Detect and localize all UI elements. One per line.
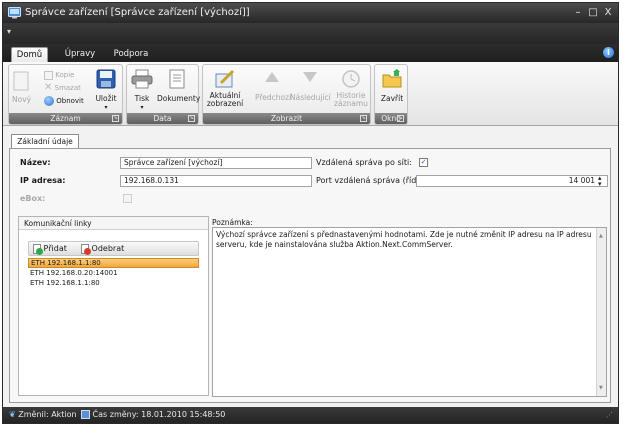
tab-zakladni-udaje[interactable]: Základní údaje: [11, 134, 79, 149]
ribbon-group-data: Tisk ▾ Dokumenty Data ↘: [126, 64, 200, 125]
ribbon-group-okno: Zavřít Okno ↘: [374, 64, 408, 125]
copy-icon: [44, 70, 53, 80]
predchozi-button[interactable]: Předchozí: [255, 71, 291, 102]
ip-adresa-label: IP adresa:: [20, 176, 66, 185]
list-item[interactable]: ETH 192.168.1.1:80: [28, 258, 199, 268]
obnovit-button[interactable]: Obnovit: [44, 96, 84, 106]
tab-podpora[interactable]: Podpora: [110, 47, 152, 62]
close-folder-icon: [382, 69, 402, 88]
history-clock-icon: [342, 70, 360, 88]
smazat-button[interactable]: ✕ Smazat: [44, 83, 81, 93]
window-title: Správce zařízení [Správce zařízení [vých…: [25, 7, 250, 18]
save-disk-icon: [96, 69, 116, 89]
remove-document-icon: [81, 243, 91, 255]
aktualni-zobrazeni-button[interactable]: Aktuální zobrazení: [206, 69, 244, 108]
app-icon: [8, 7, 21, 19]
detail-panel: Název: Správce zařízení [výchozí] Vzdále…: [9, 148, 611, 403]
group-caption-zaznam: Záznam ↘: [9, 113, 122, 124]
calendar-icon: [81, 410, 90, 419]
ribbon-group-zaznam: Nový Kopie ✕ Smazat Obnovit Uložit ▾ Záz…: [8, 64, 123, 125]
list-item[interactable]: ETH 192.168.1.1:80: [28, 278, 199, 288]
ip-adresa-field[interactable]: 192.168.0.131: [120, 175, 312, 187]
tisk-button[interactable]: Tisk ▾: [131, 69, 153, 112]
kopie-button[interactable]: Kopie: [44, 70, 74, 80]
maximize-button[interactable]: □: [586, 6, 600, 20]
changed-at-status: Čas změny: 18.01.2010 15:48:50: [81, 407, 225, 423]
users-icon: ❦: [9, 410, 16, 419]
vertical-scrollbar[interactable]: ▲ ▼: [596, 228, 606, 396]
scroll-up-icon[interactable]: ▲: [599, 231, 603, 241]
ebox-checkbox[interactable]: [123, 194, 132, 203]
status-bar: ❦ Změnil: Aktion Čas změny: 18.01.2010 1…: [3, 407, 618, 423]
novy-button[interactable]: Nový: [12, 71, 31, 104]
arrow-up-icon: [265, 72, 279, 82]
ribbon: Nový Kopie ✕ Smazat Obnovit Uložit ▾ Záz…: [3, 62, 618, 126]
scroll-down-icon[interactable]: ▼: [599, 383, 603, 393]
pridat-button[interactable]: Přidat: [33, 242, 67, 255]
dialog-launcher-icon[interactable]: ↘: [188, 115, 195, 122]
ebox-label: eBox:: [20, 194, 46, 203]
group-caption-zobrazit: Zobrazit ↘: [203, 113, 370, 124]
delete-icon: ✕: [44, 82, 53, 93]
historie-zaznamu-button[interactable]: Historie záznamu: [332, 69, 370, 108]
minimize-button[interactable]: –: [571, 6, 585, 20]
arrow-down-icon: [303, 72, 317, 82]
add-document-icon: [33, 243, 43, 255]
dokumenty-button[interactable]: Dokumenty: [157, 69, 200, 103]
nazev-field[interactable]: Správce zařízení [výchozí]: [120, 157, 312, 169]
tab-domu[interactable]: Domů: [11, 47, 48, 62]
printer-icon: [131, 69, 153, 89]
vzdalena-sprava-checkbox[interactable]: ✓: [419, 158, 428, 167]
title-bar: Správce zařízení [Správce zařízení [vých…: [3, 3, 618, 23]
zavrit-button[interactable]: Zavřít: [379, 69, 405, 103]
view-edit-icon: [215, 69, 235, 88]
vzdalena-sprava-label: Vzdálená správa po síti:: [316, 158, 412, 167]
ribbon-group-zobrazit: Aktuální zobrazení Předchozí Následující…: [202, 64, 371, 125]
close-button[interactable]: X: [601, 6, 615, 20]
resize-grip-icon[interactable]: ⋰: [606, 407, 613, 423]
linky-toolbar: Přidat Odebrat: [28, 241, 199, 256]
port-field[interactable]: 14 001: [416, 175, 608, 187]
quick-access-toolbar: ▾: [3, 23, 618, 44]
dialog-launcher-icon[interactable]: ↘: [360, 115, 367, 122]
komunikacni-linky-panel: Komunikační linky Přidat Odebrat ETH 192…: [18, 216, 209, 396]
documents-icon: [169, 69, 185, 89]
dialog-launcher-icon[interactable]: ↘: [397, 115, 404, 122]
odebrat-button[interactable]: Odebrat: [81, 242, 124, 255]
group-caption-okno: Okno ↘: [375, 113, 407, 124]
poznamka-textarea[interactable]: Výchozí správce zařízení s přednastavený…: [212, 227, 607, 397]
new-document-icon: [13, 71, 29, 91]
qat-menu-icon[interactable]: ▾: [7, 27, 17, 37]
refresh-icon: [44, 96, 54, 106]
changed-by-status: ❦ Změnil: Aktion: [9, 410, 77, 419]
app-window: Správce zařízení [Správce zařízení [vých…: [2, 2, 619, 424]
nasledujici-button[interactable]: Následující: [290, 71, 331, 102]
info-icon[interactable]: i: [603, 47, 614, 58]
tab-upravy[interactable]: Úpravy: [60, 47, 100, 62]
linky-list: ETH 192.168.1.1:80 ETH 192.168.0.20:1400…: [28, 258, 199, 298]
group-caption-data: Data ↘: [127, 113, 198, 124]
list-item[interactable]: ETH 192.168.0.20:14001: [28, 268, 199, 278]
port-spinner-icon[interactable]: ▴ ▾: [598, 175, 602, 188]
port-label: Port vzdálená správa (řídicí):: [316, 176, 431, 185]
poznamka-label: Poznámka:: [212, 218, 253, 227]
dialog-launcher-icon[interactable]: ↘: [112, 115, 119, 122]
nazev-label: Název:: [20, 158, 51, 167]
komunikacni-linky-title: Komunikační linky: [19, 217, 208, 230]
poznamka-text: Výchozí správce zařízení s přednastavený…: [216, 230, 592, 249]
ribbon-tabs: Domů Úpravy Podpora i: [3, 44, 618, 62]
ulozit-button[interactable]: Uložit ▾: [95, 69, 117, 112]
